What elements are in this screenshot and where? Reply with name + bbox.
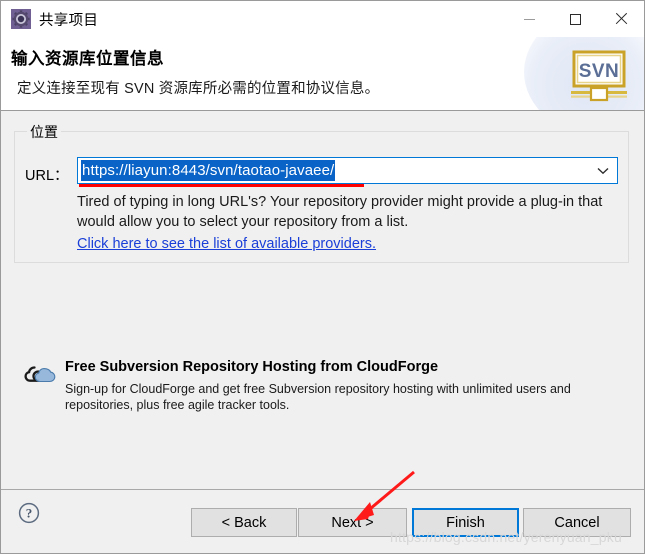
url-red-underline-annotation [79,184,364,187]
url-hint-text: Tired of typing in long URL's? Your repo… [77,194,603,230]
svg-text:SVN: SVN [579,61,620,82]
minimize-icon [523,18,535,20]
url-input-textwrap: https://liayun:8443/svn/taotao-javaee/ [81,160,336,181]
cloudforge-title: Free Subversion Repository Hosting from … [65,359,439,375]
maximize-button[interactable] [552,1,598,37]
wizard-header: 输入资源库位置信息 定义连接至现有 SVN 资源库所必需的位置和协议信息。 SV… [1,37,644,111]
page-description: 定义连接至现有 SVN 资源库所必需的位置和协议信息。 [17,81,380,97]
cloud-icon [23,363,57,387]
page-title: 输入资源库位置信息 [11,50,164,68]
wizard-body: 位置 URL： https://liayun:8443/svn/taotao-j… [1,111,644,489]
close-button[interactable] [598,1,644,37]
help-question-icon[interactable]: ? [18,502,40,524]
finish-button[interactable]: Finish [412,508,519,537]
maximize-icon [569,13,581,25]
url-combobox[interactable]: https://liayun:8443/svn/taotao-javaee/ [77,157,618,184]
share-project-dialog: 共享项目 输入资源库位置信息 定义连接至现有 SVN 资源库所必需的位置和协议信… [0,0,645,554]
title-bar: 共享项目 [1,1,644,37]
back-button[interactable]: < Back [191,508,297,537]
url-input-value[interactable]: https://liayun:8443/svn/taotao-javaee/ [81,160,336,181]
location-group-label: 位置 [27,122,61,142]
minimize-button[interactable] [506,1,552,37]
cloudforge-body: Sign-up for CloudForge and get free Subv… [65,382,571,412]
svn-banner-logo: SVN [569,50,629,104]
svg-text:?: ? [26,506,33,521]
cancel-button[interactable]: Cancel [523,508,631,537]
window-controls [506,1,644,37]
dialog-button-bar: ? < Back Next > Finish Cancel [1,489,644,553]
next-button[interactable]: Next > [298,508,407,537]
available-providers-link[interactable]: Click here to see the list of available … [77,236,376,252]
chevron-down-icon[interactable] [597,158,609,183]
url-label: URL： [25,168,69,184]
gear-icon [11,9,31,29]
close-icon [614,12,628,26]
location-group-box: 位置 URL： https://liayun:8443/svn/taotao-j… [14,122,629,263]
window-title: 共享项目 [39,12,99,29]
